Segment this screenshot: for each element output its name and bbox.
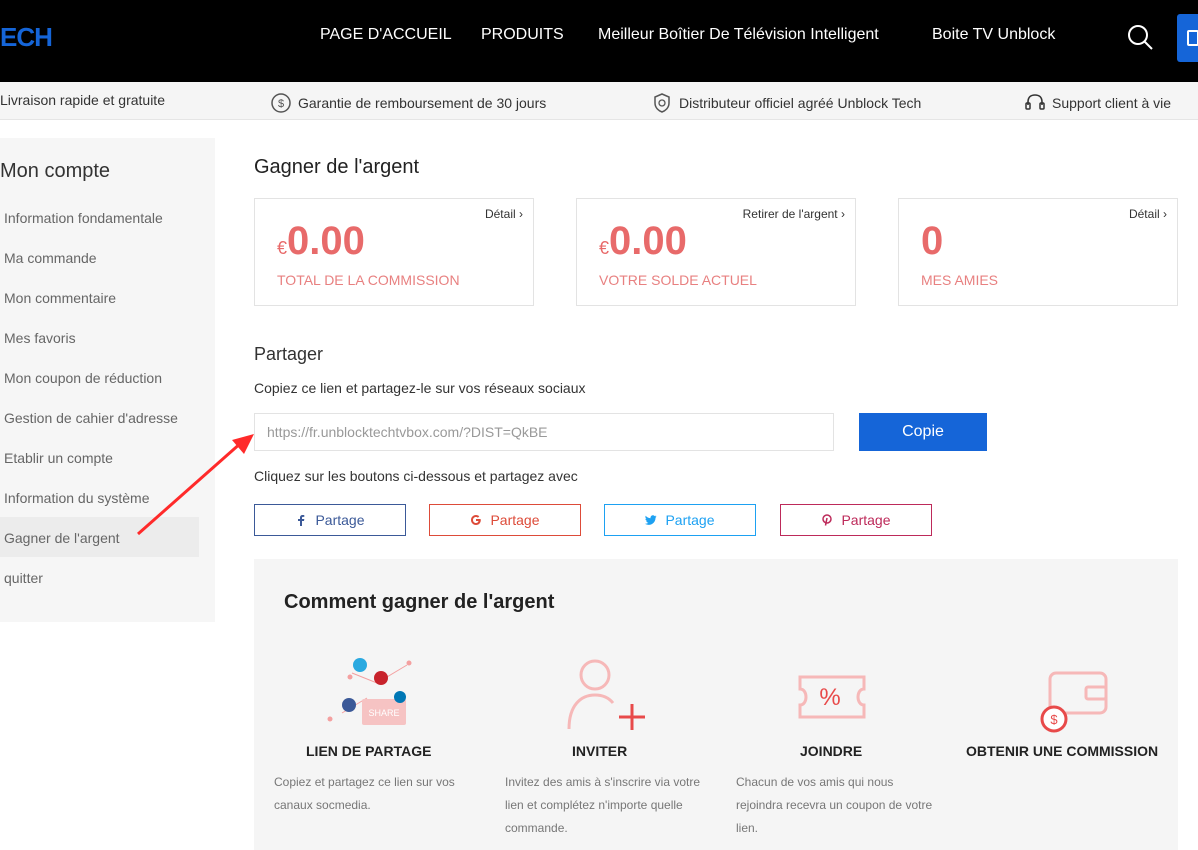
sidebar-item-system-info[interactable]: Information du système (4, 490, 150, 506)
wallet-icon: $ (1040, 671, 1108, 733)
sidebar-item-create-account[interactable]: Etablir un compte (4, 450, 113, 466)
share-badge-text: SHARE (368, 708, 399, 718)
share-description: Copiez ce lien et partagez-le sur vos ré… (254, 380, 586, 396)
google-share-button[interactable]: Partage (429, 504, 581, 536)
trust-item-guarantee: $ Garantie de remboursement de 30 jours (270, 92, 546, 114)
sidebar-item-addresses[interactable]: Gestion de cahier d'adresse (4, 410, 178, 426)
step-desc: Invitez des amis à s'inscrire via votre … (505, 775, 701, 835)
share-label: Partage (490, 512, 540, 528)
annotation-arrow-icon (137, 434, 254, 536)
sidebar-title: Mon compte (0, 160, 111, 182)
how-title: Comment gagner de l'argent (284, 591, 555, 613)
pinterest-share-button[interactable]: Partage (780, 504, 932, 536)
link-label: Détail (1128, 207, 1160, 221)
sidebar-item-coupons[interactable]: Mon coupon de réduction (4, 370, 162, 386)
google-icon (471, 515, 482, 525)
trust-label: Support client à vie (1052, 95, 1172, 111)
social-share-icon: SHARE (327, 658, 412, 725)
share-hint: Cliquez sur les boutons ci-dessous et pa… (254, 468, 578, 484)
facebook-share-button[interactable]: Partage (254, 504, 406, 536)
sidebar-item-orders[interactable]: Ma commande (4, 250, 97, 266)
referral-link-input[interactable] (254, 413, 834, 451)
sidebar-item-favorites[interactable]: Mes favoris (4, 330, 76, 346)
trust-bar: Livraison rapide et gratuite $ Garantie … (0, 82, 1198, 120)
friends-card: Détail › 0 MES AMIES (898, 198, 1178, 306)
dollar-icon: $ (271, 93, 291, 113)
pinterest-icon (822, 514, 833, 526)
add-user-icon (567, 659, 645, 730)
trust-item-support: Support client à vie (1024, 92, 1171, 114)
sidebar-item-logout[interactable]: quitter (4, 570, 43, 586)
share-label: Partage (841, 512, 891, 528)
how-to-earn-section: Comment gagner de l'argent SHARE LIEN DE… (254, 559, 1178, 850)
trust-item-official: Distributeur officiel agréé Unblock Tech (651, 92, 921, 114)
balance-card: Retirer de l'argent › €0.00 VOTRE SOLDE … (576, 198, 856, 306)
search-icon[interactable] (1125, 22, 1155, 52)
svg-text:$: $ (1050, 712, 1058, 727)
link-label: Détail (484, 207, 516, 221)
share-label: Partage (315, 512, 365, 528)
step-title: LIEN DE PARTAGE (306, 743, 432, 759)
step-title: OBTENIR UNE COMMISSION (966, 743, 1159, 759)
twitter-icon (645, 515, 657, 525)
currency-symbol: € (277, 238, 288, 258)
sidebar-item-basic-info[interactable]: Information fondamentale (4, 210, 163, 226)
page-title: Gagner de l'argent (254, 156, 420, 178)
site-header: ECH PAGE D'ACCUEIL PRODUITS Meilleur Boî… (0, 0, 1198, 82)
commission-card: Détail › €0.00 TOTAL DE LA COMMISSION (254, 198, 534, 306)
withdraw-link[interactable]: Retirer de l'argent › (743, 207, 845, 221)
cart-icon (1187, 30, 1198, 46)
detail-link[interactable]: Détail › (485, 207, 523, 221)
site-logo[interactable]: ECH (0, 22, 53, 53)
step-desc: Chacun de vos amis qui nous rejoindra re… (736, 775, 933, 835)
trust-item-shipping: Livraison rapide et gratuite (0, 92, 165, 108)
detail-link[interactable]: Détail › (1129, 207, 1167, 221)
shield-icon (654, 93, 670, 113)
nav-unblock-box[interactable]: Boite TV Unblock (932, 26, 1055, 44)
share-label: Partage (665, 512, 715, 528)
currency-symbol: € (599, 238, 610, 258)
step-title: JOINDRE (800, 743, 863, 759)
copy-button[interactable]: Copie (859, 413, 987, 451)
commission-amount: €0.00 (277, 217, 365, 272)
nav-home[interactable]: PAGE D'ACCUEIL (320, 26, 452, 44)
headset-icon (1025, 94, 1045, 110)
sidebar-item-comments[interactable]: Mon commentaire (4, 290, 116, 306)
balance-amount: €0.00 (599, 217, 687, 272)
facebook-icon (298, 515, 305, 526)
twitter-share-button[interactable]: Partage (604, 504, 756, 536)
account-sidebar: Mon compte Information fondamentale Ma c… (0, 138, 215, 622)
sidebar-item-earn-money[interactable]: Gagner de l'argent (4, 530, 120, 546)
trust-label: Garantie de remboursement de 30 jours (298, 95, 547, 111)
friends-label: MES AMIES (921, 272, 999, 288)
coupon-icon: % (798, 675, 866, 719)
nav-best-tv-box[interactable]: Meilleur Boîtier De Télévision Intellige… (598, 26, 879, 44)
friends-count: 0 (921, 217, 943, 272)
trust-label: Livraison rapide et gratuite (0, 92, 165, 108)
share-section-title: Partager (254, 344, 324, 364)
step-desc: Copiez et partagez ce lien sur vos canau… (274, 775, 455, 812)
svg-text:$: $ (278, 98, 284, 110)
trust-label: Distributeur officiel agréé Unblock Tech (679, 95, 922, 111)
commission-label: TOTAL DE LA COMMISSION (277, 272, 460, 288)
amount-value: 0 (921, 219, 944, 263)
step-title: INVITER (572, 743, 628, 759)
amount-value: 0.00 (287, 219, 365, 263)
svg-text:%: % (819, 684, 840, 711)
link-label: Retirer de l'argent (742, 207, 838, 221)
balance-label: VOTRE SOLDE ACTUEL (599, 272, 757, 288)
cart-button[interactable] (1177, 14, 1198, 62)
nav-products[interactable]: PRODUITS (481, 26, 564, 44)
amount-value: 0.00 (609, 219, 687, 263)
